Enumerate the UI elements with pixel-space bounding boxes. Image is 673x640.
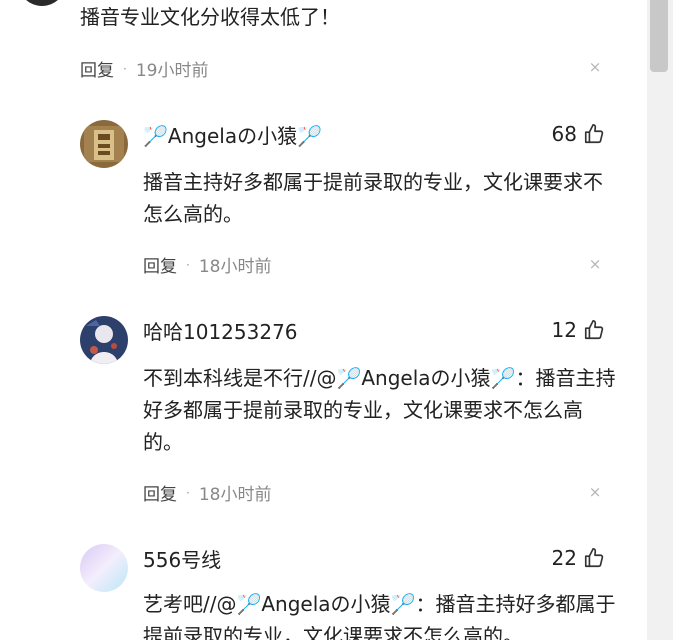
avatar[interactable] (80, 316, 128, 364)
thumbs-up-icon (584, 320, 604, 340)
separator-dot: · (186, 257, 190, 272)
comment-text: 播音专业文化分收得太低了！ (80, 5, 340, 29)
comment-meta: 回复 · 18小时前 (143, 252, 271, 277)
like-button[interactable]: 12 (552, 318, 605, 342)
avatar[interactable] (18, 0, 66, 6)
timestamp: 18小时前 (198, 485, 272, 505)
comment-meta: 回复 · 18小时前 (143, 480, 271, 505)
thumbs-up-icon (584, 124, 604, 144)
comment-text: 不到本科线是不行//@🏸Angelaの小猿🏸：播音主持好多都属于提前录取的专业，… (143, 366, 616, 454)
like-count: 12 (551, 318, 577, 342)
separator-dot: · (186, 485, 190, 500)
separator-dot: · (123, 61, 127, 76)
comment-thread: 播音专业文化分收得太低了！ 回复 · 19小时前 × 🏸Angelaの小猿🏸 6… (0, 0, 673, 640)
reply-button[interactable]: 回复 (143, 480, 177, 505)
thumbs-up-icon (584, 548, 604, 568)
scrollbar-thumb[interactable] (650, 0, 668, 72)
comment-text: 艺考吧//@🏸Angelaの小猿🏸：播音主持好多都属于提前录取的专业，文化课要求… (143, 592, 616, 640)
avatar[interactable] (80, 120, 128, 168)
avatar[interactable] (80, 544, 128, 592)
reply-button[interactable]: 回复 (143, 252, 177, 277)
comment-text: 播音主持好多都属于提前录取的专业，文化课要求不怎么高的。 (143, 170, 603, 226)
timestamp: 18小时前 (198, 257, 272, 277)
like-button[interactable]: 22 (552, 546, 605, 570)
close-icon[interactable]: × (588, 483, 602, 501)
like-count: 22 (551, 546, 577, 570)
close-icon[interactable]: × (588, 58, 602, 76)
username[interactable]: 556号线 (143, 546, 221, 574)
close-icon[interactable]: × (588, 255, 602, 273)
reply-button[interactable]: 回复 (80, 56, 114, 81)
scrollbar-track[interactable] (647, 0, 673, 640)
username[interactable]: 🏸Angelaの小猿🏸 (143, 122, 322, 150)
like-button[interactable]: 68 (552, 122, 605, 146)
like-count: 68 (551, 122, 577, 146)
timestamp: 19小时前 (135, 61, 209, 81)
username[interactable]: 哈哈101253276 (143, 318, 298, 346)
comment-meta: 回复 · 19小时前 (80, 56, 208, 81)
